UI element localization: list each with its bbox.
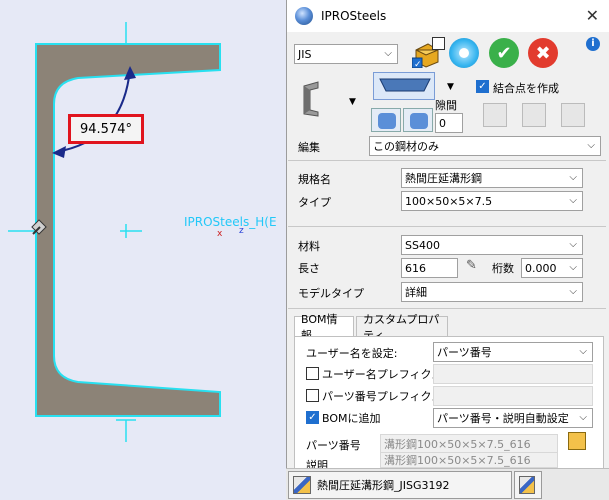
- app-icon: [295, 7, 313, 25]
- close-icon[interactable]: ✕: [586, 6, 599, 25]
- edit-part-number-icon[interactable]: [568, 432, 586, 450]
- user-name-label: ユーザー名を設定:: [306, 347, 398, 360]
- part-number-label: パーツ番号: [306, 439, 361, 452]
- info-icon[interactable]: i: [586, 37, 600, 51]
- title-bar: IPROSteels ✕: [287, 0, 609, 32]
- length-label: 長さ: [298, 262, 320, 275]
- dot-icon: [459, 48, 469, 58]
- digits-select[interactable]: 0.000 ⌵: [521, 258, 583, 278]
- chevron-down-icon: ⌵: [569, 172, 577, 183]
- joint-style-2-icon[interactable]: [522, 103, 546, 127]
- angle-dimension-value[interactable]: 94.574°: [68, 114, 144, 144]
- check-icon: ✔: [496, 42, 512, 64]
- spec-name-label: 規格名: [298, 173, 331, 186]
- chevron-down-icon: ⌵: [587, 140, 595, 151]
- divider: [288, 308, 606, 309]
- type-select[interactable]: 100×50×5×7.5 ⌵: [401, 191, 583, 211]
- user-name-select[interactable]: パーツ番号 ⌵: [433, 342, 593, 362]
- joint-style-1-icon[interactable]: [483, 103, 507, 127]
- svg-text:✓: ✓: [414, 60, 422, 68]
- ghost-profile-label: IPROSteels_H(E: [184, 215, 277, 229]
- channel-profile-drawing: [8, 22, 221, 442]
- chevron-down-icon: ⌵: [569, 286, 577, 297]
- chevron-down-icon: ⌵: [569, 195, 577, 206]
- shape-dropdown-icon[interactable]: ▼: [349, 97, 356, 107]
- model-type-label: モデルタイプ: [298, 287, 364, 300]
- ok-button[interactable]: ✔: [489, 38, 519, 68]
- chevron-down-icon: ⌵: [569, 262, 577, 273]
- user-prefix-input[interactable]: [433, 364, 593, 384]
- tab-custom-properties[interactable]: カスタムプロパティ: [356, 313, 448, 342]
- digits-label: 桁数: [492, 262, 514, 275]
- pencil-icon: [519, 476, 535, 494]
- gap-input[interactable]: 0: [435, 113, 463, 133]
- length-input[interactable]: 616: [401, 258, 458, 278]
- pencil-icon: [293, 476, 311, 494]
- tab-bom-info[interactable]: BOM情報: [294, 313, 354, 342]
- dialog-title: IPROSteels: [321, 9, 387, 23]
- description-input[interactable]: 溝形鋼100×50×5×7.5_616: [380, 452, 558, 468]
- part-prefix-checkbox[interactable]: [306, 389, 319, 402]
- x-icon: ✖: [535, 42, 551, 64]
- chevron-down-icon: ⌵: [579, 346, 587, 357]
- add-bom-label: BOMに追加: [322, 412, 381, 425]
- bottom-taskbar: 熱間圧延溝形鋼_JISG3192: [286, 468, 609, 500]
- gap-label: 隙間: [435, 99, 457, 112]
- axis-x-label: x: [217, 229, 223, 239]
- cancel-button[interactable]: ✖: [528, 38, 558, 68]
- mirror-right-button[interactable]: [403, 108, 433, 132]
- chevron-down-icon: ⌵: [579, 412, 587, 423]
- mirror-left-button[interactable]: [371, 108, 401, 132]
- part-number-input[interactable]: 溝形鋼100×50×5×7.5_616: [380, 434, 558, 454]
- material-label: 材料: [298, 240, 320, 253]
- pick-length-icon[interactable]: ✎: [466, 258, 477, 273]
- library-checkbox[interactable]: [432, 37, 445, 50]
- divider: [288, 226, 606, 227]
- part-prefix-input[interactable]: [433, 386, 593, 406]
- chevron-down-icon: ⌵: [569, 239, 577, 250]
- user-prefix-checkbox[interactable]: [306, 367, 319, 380]
- task-item-channel[interactable]: 熱間圧延溝形鋼_JISG3192: [288, 471, 512, 499]
- part-prefix-label: パーツ番号プレフィクス: [322, 390, 443, 403]
- add-bom-checkbox[interactable]: ✓: [306, 411, 319, 424]
- model-type-select[interactable]: 詳細 ⌵: [401, 282, 583, 302]
- channel-shape-icon[interactable]: [296, 80, 332, 118]
- edit-select[interactable]: この鋼材のみ ⌵: [369, 136, 601, 156]
- standard-select[interactable]: JIS ⌵: [294, 44, 398, 64]
- create-joint-checkbox[interactable]: ✓: [476, 80, 489, 93]
- info-circle-button[interactable]: [449, 38, 479, 68]
- type-label: タイプ: [298, 196, 331, 209]
- spec-name-select[interactable]: 熱間圧延溝形鋼 ⌵: [401, 168, 583, 188]
- chevron-down-icon: ⌵: [384, 48, 392, 59]
- orientation-selector[interactable]: [373, 72, 435, 100]
- edit-label: 編集: [298, 141, 320, 154]
- user-prefix-label: ユーザー名プレフィクス: [322, 368, 443, 381]
- material-select[interactable]: SS400 ⌵: [401, 235, 583, 255]
- orientation-dropdown-icon[interactable]: ▼: [447, 82, 454, 92]
- axis-z-label: z: [239, 226, 244, 236]
- cad-viewport[interactable]: 94.574° IPROSteels_H(E x z: [0, 0, 290, 500]
- task-item-secondary[interactable]: [514, 471, 542, 499]
- add-bom-select[interactable]: パーツ番号・説明自動設定 ⌵: [433, 408, 593, 428]
- divider: [288, 160, 606, 161]
- channel-section[interactable]: [35, 43, 221, 417]
- create-joint-label: 結合点を作成: [493, 82, 559, 95]
- joint-style-3-icon[interactable]: [561, 103, 585, 127]
